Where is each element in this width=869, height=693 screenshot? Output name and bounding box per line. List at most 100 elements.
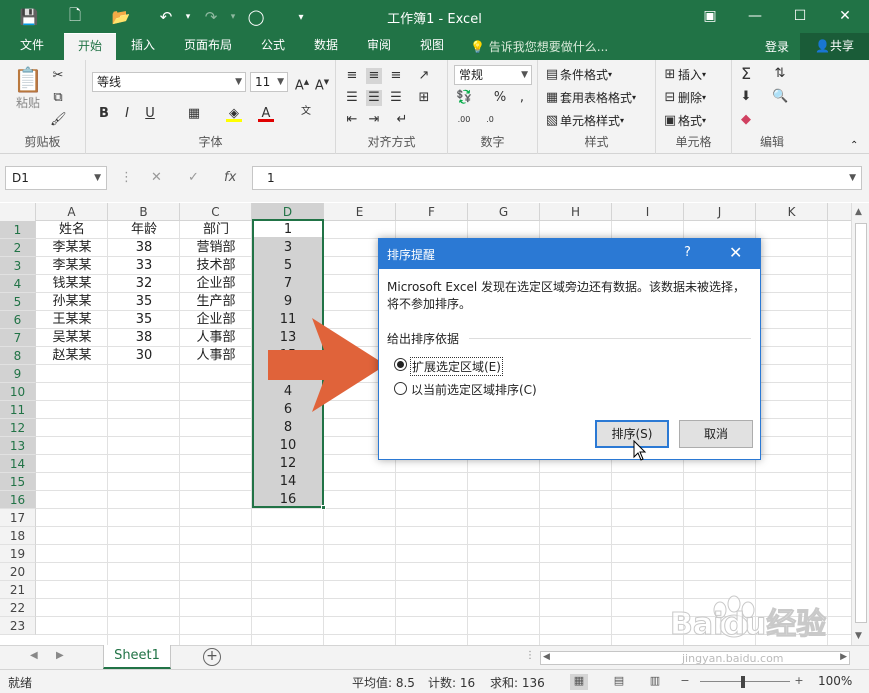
row-header-18[interactable]: 18	[0, 527, 36, 545]
fill-color-button[interactable]: ◈	[226, 106, 242, 122]
scroll-thumb[interactable]	[855, 223, 867, 623]
help-icon[interactable]: ?	[684, 245, 691, 260]
zoom-in-icon[interactable]: +	[790, 674, 808, 690]
row-header-20[interactable]: 20	[0, 563, 36, 581]
tab-review[interactable]: 审阅	[358, 33, 400, 60]
next-sheet-icon[interactable]: ▶	[56, 650, 64, 661]
align-left-button[interactable]: ☰	[344, 90, 360, 106]
row-header-2[interactable]: 2	[0, 239, 36, 257]
cell-b6[interactable]: 35	[108, 311, 180, 329]
decrease-indent-button[interactable]: ⇤	[344, 112, 360, 128]
row-header-7[interactable]: 7	[0, 329, 36, 347]
column-header-h[interactable]: H	[540, 203, 612, 221]
cell-c5[interactable]: 生产部	[180, 293, 252, 311]
cell-d4[interactable]: 7	[252, 275, 324, 293]
row-header-11[interactable]: 11	[0, 401, 36, 419]
comma-button[interactable]: ,	[514, 90, 530, 106]
cell-a2[interactable]: 李某某	[36, 239, 108, 257]
delete-cells-button[interactable]: ⊟ 删除 ▾	[662, 89, 706, 106]
row-header-6[interactable]: 6	[0, 311, 36, 329]
cell-b3[interactable]: 33	[108, 257, 180, 275]
normal-view-icon[interactable]: ▦	[570, 674, 588, 690]
merge-center-button[interactable]: ⊞	[416, 90, 432, 106]
wrap-text-button[interactable]: ↵	[394, 112, 410, 128]
clear-button[interactable]: ◆	[738, 112, 754, 128]
row-header-15[interactable]: 15	[0, 473, 36, 491]
cell-b1[interactable]: 年龄	[108, 221, 180, 239]
cell-b8[interactable]: 30	[108, 347, 180, 365]
page-layout-view-icon[interactable]: ▤	[610, 674, 628, 690]
tab-page-layout[interactable]: 页面布局	[176, 33, 240, 60]
tab-insert[interactable]: 插入	[122, 33, 164, 60]
number-format-select[interactable]: 常规 ▼	[454, 65, 532, 85]
expand-selection-label[interactable]: 扩展选定区域(E)	[410, 357, 503, 376]
add-sheet-icon[interactable]: +	[203, 648, 221, 666]
select-all-corner[interactable]	[0, 203, 36, 221]
cell-c2[interactable]: 营销部	[180, 239, 252, 257]
row-header-14[interactable]: 14	[0, 455, 36, 473]
cell-d12[interactable]: 8	[252, 419, 324, 437]
tab-formulas[interactable]: 公式	[252, 33, 294, 60]
share-button[interactable]: 👤共享	[800, 33, 869, 60]
insert-function-icon[interactable]: fx	[224, 170, 236, 185]
collapse-ribbon-button[interactable]: ⌃	[850, 140, 858, 151]
font-size-select[interactable]: 11 ▼	[250, 72, 288, 92]
zoom-out-icon[interactable]: −	[676, 674, 694, 690]
zoom-slider-thumb[interactable]	[741, 676, 745, 688]
align-top-button[interactable]: ≡	[344, 68, 360, 84]
tab-file[interactable]: 文件	[8, 33, 56, 60]
cell-d14[interactable]: 12	[252, 455, 324, 473]
find-select-button[interactable]: 🔍	[772, 89, 788, 105]
row-header-8[interactable]: 8	[0, 347, 36, 365]
login-link[interactable]: 登录	[765, 38, 789, 55]
cell-d3[interactable]: 5	[252, 257, 324, 275]
copy-button[interactable]: ⧉	[50, 90, 66, 106]
confirm-entry-icon[interactable]: ✓	[188, 170, 199, 185]
format-cells-button[interactable]: ▣ 格式 ▾	[662, 112, 706, 129]
cell-b7[interactable]: 38	[108, 329, 180, 347]
cell-a4[interactable]: 钱某某	[36, 275, 108, 293]
grow-font-button[interactable]: A▲	[294, 74, 310, 93]
insert-cells-button[interactable]: ⊞ 插入 ▾	[662, 66, 706, 83]
sheet-tab-sheet1[interactable]: Sheet1	[103, 645, 171, 669]
align-center-button[interactable]: ☰	[366, 90, 382, 106]
cell-d1[interactable]: 1	[252, 221, 324, 239]
cell-c8[interactable]: 人事部	[180, 347, 252, 365]
cell-d16[interactable]: 16	[252, 491, 324, 509]
sort-filter-button[interactable]: ⇅	[772, 66, 788, 82]
maximize-icon[interactable]: ☐	[785, 5, 815, 27]
current-selection-label[interactable]: 以当前选定区域排序(C)	[411, 381, 537, 398]
cell-a8[interactable]: 赵某某	[36, 347, 108, 365]
decrease-decimal-button[interactable]: .0	[482, 112, 498, 128]
scroll-up-icon[interactable]: ▲	[855, 207, 862, 217]
minimize-icon[interactable]: —	[740, 5, 770, 27]
percent-button[interactable]: %	[492, 90, 508, 106]
row-header-21[interactable]: 21	[0, 581, 36, 599]
cell-c3[interactable]: 技术部	[180, 257, 252, 275]
align-right-button[interactable]: ☰	[388, 90, 404, 106]
column-header-j[interactable]: J	[684, 203, 756, 221]
column-header-a[interactable]: A	[36, 203, 108, 221]
vertical-scrollbar[interactable]: ▲ ▼	[851, 203, 869, 645]
align-middle-button[interactable]: ≡	[366, 68, 382, 84]
align-bottom-button[interactable]: ≡	[388, 68, 404, 84]
fill-button[interactable]: ⬇	[738, 89, 754, 105]
row-header-23[interactable]: 23	[0, 617, 36, 635]
ribbon-display-icon[interactable]: ▣	[695, 5, 725, 27]
orientation-button[interactable]: ↗	[416, 68, 432, 84]
cell-b2[interactable]: 38	[108, 239, 180, 257]
increase-indent-button[interactable]: ⇥	[366, 112, 382, 128]
row-header-19[interactable]: 19	[0, 545, 36, 563]
cell-d15[interactable]: 14	[252, 473, 324, 491]
row-header-1[interactable]: 1	[0, 221, 36, 239]
tab-data[interactable]: 数据	[305, 33, 347, 60]
italic-button[interactable]: I	[119, 106, 135, 122]
formula-input[interactable]: 1 ▼	[252, 166, 862, 190]
increase-decimal-button[interactable]: .00	[456, 112, 472, 128]
cancel-button[interactable]: 取消	[679, 420, 753, 448]
cell-a1[interactable]: 姓名	[36, 221, 108, 239]
zoom-level[interactable]: 100%	[818, 674, 852, 688]
font-color-button[interactable]: A	[258, 106, 274, 122]
tell-me-box[interactable]: 💡 告诉我您想要做什么...	[470, 38, 608, 55]
tab-view[interactable]: 视图	[411, 33, 453, 60]
